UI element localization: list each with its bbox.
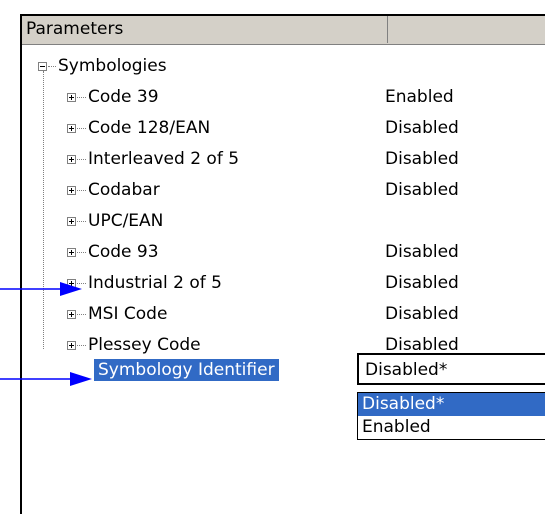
arrow-pointer-symbology-identifier	[0, 372, 92, 386]
annotation-arrows	[0, 282, 92, 386]
arrow-pointer-industrial	[0, 282, 82, 296]
